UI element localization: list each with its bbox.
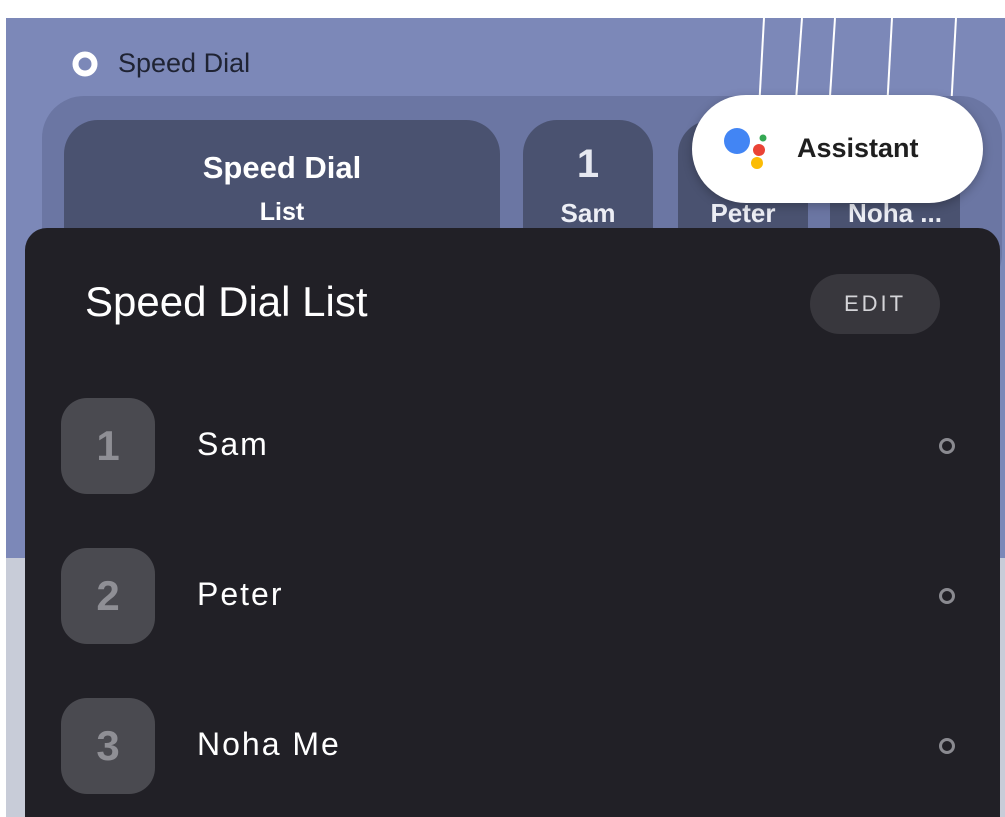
contact-name: Sam: [197, 426, 269, 462]
contact-name: Noha Me: [197, 726, 341, 762]
widget-title: Speed Dial: [118, 48, 251, 78]
ring-icon: [72, 51, 98, 76]
sheet-title: Speed Dial List: [85, 278, 368, 325]
list-tile-subtitle: List: [259, 198, 305, 226]
status-ring-icon: [939, 588, 955, 604]
contact-name: Peter: [197, 576, 284, 612]
list-item[interactable]: 3 Noha Me: [25, 686, 1000, 796]
speed-dial-number-badge: 3: [61, 698, 155, 794]
list-tile-title: Speed Dial: [202, 150, 362, 185]
widget-header: Speed Dial: [72, 48, 250, 79]
contact-tile-number: 1: [576, 142, 600, 186]
contact-tile-name: Sam: [560, 198, 616, 228]
screen: Speed Dial Speed Dial List 1 Sam Peter N…: [0, 0, 1005, 817]
list-item[interactable]: 2 Peter: [25, 536, 1000, 646]
list-item[interactable]: 1 Sam: [25, 386, 1000, 496]
speed-dial-number-badge: 2: [61, 548, 155, 644]
speed-dial-number-badge: 1: [61, 398, 155, 494]
status-ring-icon: [939, 738, 955, 754]
speed-dial-sheet: Speed Dial List EDIT 1 Sam 2 Peter 3 Noh…: [25, 228, 1000, 817]
status-ring-icon: [939, 438, 955, 454]
edit-button[interactable]: EDIT: [810, 274, 940, 334]
assistant-chip[interactable]: Assistant: [692, 95, 983, 203]
google-assistant-icon: [724, 128, 767, 169]
assistant-label: Assistant: [797, 133, 919, 163]
